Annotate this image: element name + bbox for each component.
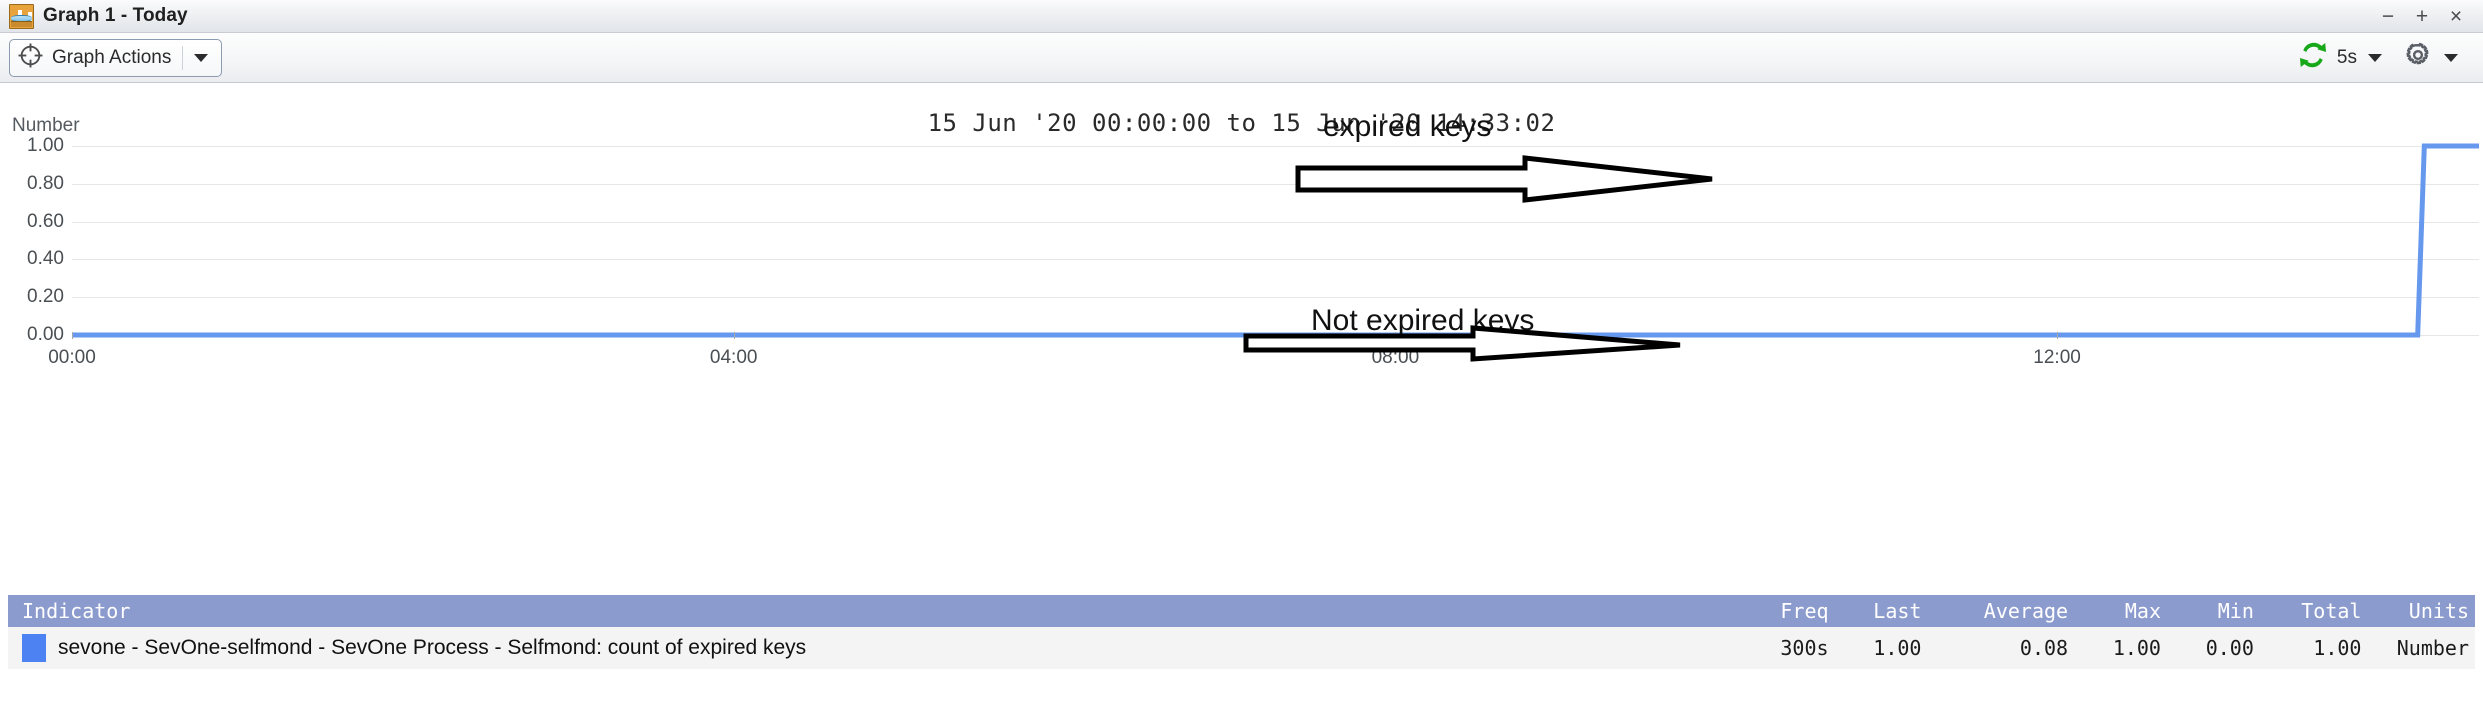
minimize-button[interactable]: − xyxy=(2371,1,2405,31)
legend-col-last: Last xyxy=(1873,599,1922,623)
y-axis-tick-label: 0.80 xyxy=(27,172,64,194)
annotation-expired-keys-label: expired keys xyxy=(1323,110,1492,143)
x-axis-tick-mark xyxy=(2057,332,2059,339)
x-axis-tick-mark xyxy=(72,332,73,339)
cell-freq: 300s xyxy=(1780,636,1829,660)
graph-actions-button[interactable]: Graph Actions xyxy=(9,38,223,77)
annotation-expired-keys-arrow xyxy=(1295,155,1713,203)
annotation-not-expired-keys-arrow xyxy=(1243,325,1681,362)
table-row[interactable]: sevone - SevOne-selfmond - SevOne Proces… xyxy=(8,627,2475,669)
y-axis-tick-label: 0.00 xyxy=(27,324,64,345)
gear-icon[interactable] xyxy=(2393,40,2433,75)
chevron-down-icon[interactable] xyxy=(194,53,209,62)
y-axis-tick-label: 0.40 xyxy=(27,248,64,270)
legend-col-total: Total xyxy=(2301,599,2362,623)
x-axis-tick-label: 12:00 xyxy=(2033,347,2081,368)
legend-col-units: Units xyxy=(2408,599,2470,623)
x-axis-tick-label: 00:00 xyxy=(48,347,96,368)
toolbar: Graph Actions 5s xyxy=(0,33,2483,83)
legend-col-average: Average xyxy=(1983,599,2069,623)
graph-actions-label: Graph Actions xyxy=(52,46,172,68)
legend-col-indicator: Indicator xyxy=(22,599,131,623)
legend-col-max: Max xyxy=(2124,599,2161,623)
legend-col-min: Min xyxy=(2217,599,2254,623)
x-axis-tick-mark xyxy=(733,332,735,339)
y-axis-tick-label: 0.20 xyxy=(27,286,64,308)
app-icon xyxy=(9,3,34,29)
toolbar-right-group: 5s xyxy=(2298,40,2469,75)
legend-col-freq: Freq xyxy=(1780,599,1829,623)
close-button[interactable]: × xyxy=(2439,1,2473,31)
x-axis-tick-label: 04:00 xyxy=(709,347,758,368)
legend-header-row: Indicator Freq Last Average Max Min Tota… xyxy=(8,595,2475,627)
refresh-chevron-down-icon[interactable] xyxy=(2368,53,2382,62)
cell-last: 1.00 xyxy=(1873,636,1922,660)
y-axis-tick-label: 0.60 xyxy=(27,210,64,232)
crosshair-target-icon xyxy=(18,43,43,73)
refresh-interval-label: 5s xyxy=(2336,46,2357,68)
series-name-label: sevone - SevOne-selfmond - SevOne Proces… xyxy=(58,636,807,659)
button-divider xyxy=(182,45,184,70)
cell-min: 0.00 xyxy=(2205,636,2254,660)
settings-chevron-down-icon[interactable] xyxy=(2444,53,2458,62)
window-title-bar: Graph 1 - Today − + × xyxy=(0,0,2483,33)
cell-max: 1.00 xyxy=(2112,636,2161,660)
chart-area: 15 Jun '20 00:00:00 to 15 Jun '20 14:33:… xyxy=(0,83,2483,595)
maximize-button[interactable]: + xyxy=(2405,1,2439,31)
cell-average: 0.08 xyxy=(2019,636,2069,660)
window-title: Graph 1 - Today xyxy=(43,5,188,26)
cell-units: Number xyxy=(2396,636,2470,660)
cell-total: 1.00 xyxy=(2313,636,2362,660)
series-color-swatch xyxy=(22,634,46,662)
legend-table: Indicator Freq Last Average Max Min Tota… xyxy=(0,595,2483,703)
y-axis-title: Number xyxy=(12,115,80,136)
y-axis-tick-label: 1.00 xyxy=(27,135,64,156)
legend-indicator-cell: sevone - SevOne-selfmond - SevOne Proces… xyxy=(8,634,1737,662)
window-controls: − + × xyxy=(2371,1,2473,31)
refresh-cycle-icon[interactable] xyxy=(2298,40,2328,75)
